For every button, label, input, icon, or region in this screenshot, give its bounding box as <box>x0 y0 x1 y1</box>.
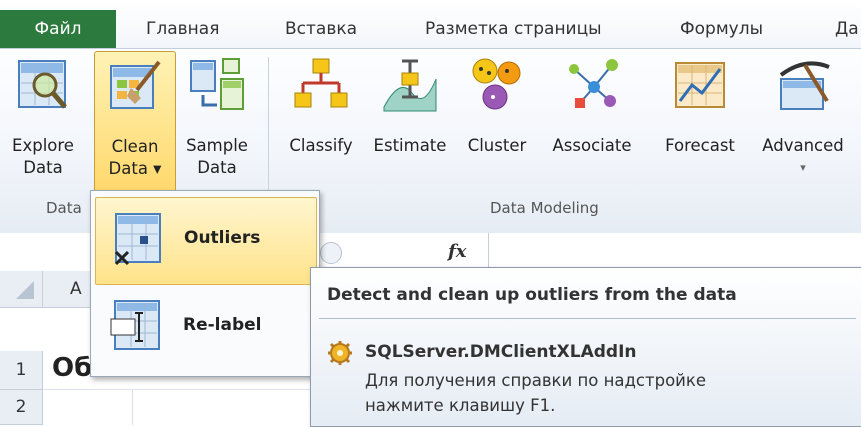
tooltip-help-line-2: нажмите клавишу F1. <box>365 396 556 415</box>
group-label-data-prep: Data <box>46 199 82 217</box>
associate-label: Associate <box>552 136 632 155</box>
associate-icon <box>569 59 618 108</box>
tab-insert[interactable]: Вставка <box>285 10 357 48</box>
sample-data-button[interactable]: Sample Data <box>176 51 258 193</box>
clean-label: Clean <box>111 137 159 156</box>
fx-icon[interactable]: fx <box>448 241 466 262</box>
estimate-icon <box>383 59 437 112</box>
sample-data-icon <box>190 58 244 110</box>
cluster-label: Cluster <box>467 136 527 155</box>
ribbon-tab-bar: Файл Главная Вставка Разметка страницы Ф… <box>0 0 861 48</box>
outliers-icon <box>114 213 161 266</box>
classify-button[interactable]: Classify <box>278 51 364 193</box>
classify-icon <box>294 58 348 108</box>
outliers-label: Outliers <box>184 228 261 248</box>
explore-data-button[interactable]: Explore Data <box>0 51 86 193</box>
forecast-icon <box>675 62 725 108</box>
tooltip-title: Detect and clean up outliers from the da… <box>327 285 737 305</box>
explore-data-icon <box>18 60 67 109</box>
addin-gear-icon <box>328 341 352 365</box>
explore-label-2: Data <box>23 158 63 177</box>
advanced-icon <box>779 61 830 110</box>
formula-bar-button[interactable] <box>320 242 342 264</box>
tab-file[interactable]: Файл <box>0 10 116 48</box>
tab-page-layout[interactable]: Разметка страницы <box>425 10 602 48</box>
grid-line <box>132 390 133 425</box>
advanced-dropdown-arrow: ▾ <box>800 161 806 174</box>
sample-label: Sample <box>186 136 248 155</box>
tab-formulas[interactable]: Формулы <box>680 10 763 48</box>
estimate-label: Estimate <box>373 136 447 155</box>
select-all-corner[interactable] <box>0 271 43 307</box>
menu-item-relabel[interactable]: Re-label <box>95 285 315 371</box>
relabel-label: Re-label <box>183 315 262 335</box>
associate-button[interactable]: Associate <box>538 51 646 193</box>
tooltip-separator <box>319 318 856 319</box>
sample-label-2: Data <box>197 158 237 177</box>
clean-label-2: Data ▾ <box>108 159 162 178</box>
forecast-label: Forecast <box>665 136 735 155</box>
cell-a1[interactable]: Об <box>52 353 92 383</box>
clean-data-dropdown: Outliers Re-label <box>90 190 320 377</box>
tooltip-addin-name: SQLServer.DMClientXLAddIn <box>365 342 637 362</box>
cluster-icon <box>472 58 521 110</box>
column-a-header[interactable]: A <box>70 279 82 299</box>
tooltip-help-line-1: Для получения справки по надстройке <box>365 371 707 390</box>
tooltip: Detect and clean up outliers from the da… <box>310 267 861 427</box>
tab-data[interactable]: Да <box>835 10 859 48</box>
group-label-data-modeling: Data Modeling <box>490 199 599 217</box>
tab-home[interactable]: Главная <box>146 10 219 48</box>
relabel-icon <box>110 300 160 350</box>
row-header-1[interactable]: 1 <box>0 351 43 390</box>
menu-item-outliers[interactable]: Outliers <box>95 197 317 285</box>
cluster-button[interactable]: Cluster <box>456 51 538 193</box>
row-header-2[interactable]: 2 <box>0 390 43 425</box>
clean-data-icon <box>110 60 161 109</box>
advanced-button[interactable]: Advanced ▾ <box>752 51 854 193</box>
estimate-button[interactable]: Estimate <box>364 51 456 193</box>
advanced-label: Advanced <box>762 136 844 155</box>
forecast-button[interactable]: Forecast <box>650 51 750 193</box>
formula-input[interactable] <box>489 233 861 271</box>
explore-label: Explore <box>12 136 74 155</box>
classify-label: Classify <box>289 136 353 155</box>
clean-data-button[interactable]: Clean Data ▾ <box>94 51 176 195</box>
